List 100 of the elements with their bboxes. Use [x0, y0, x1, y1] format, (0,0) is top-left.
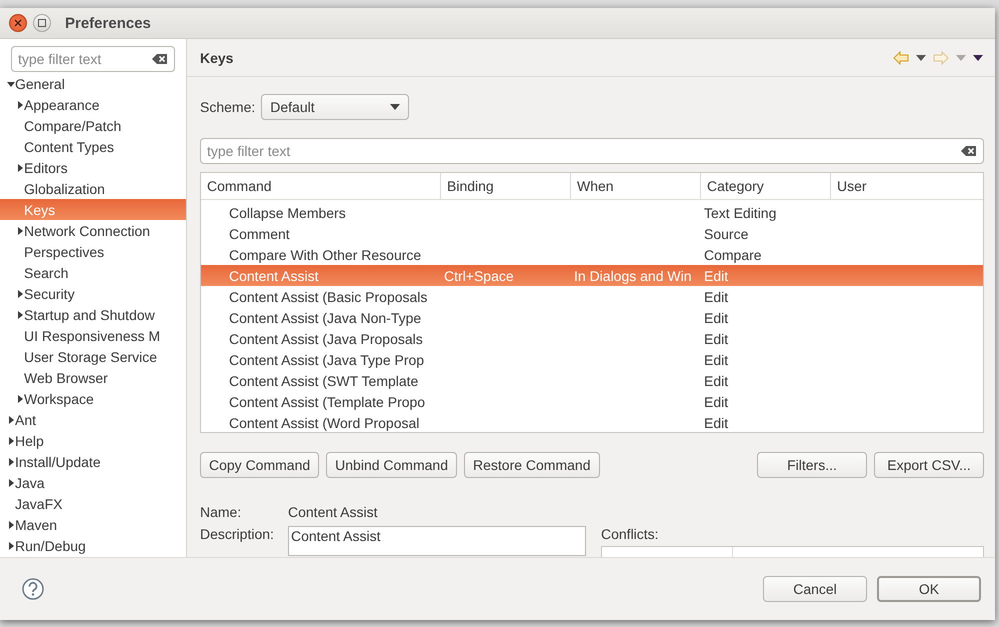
table-row[interactable]: Content Assist (Word Proposal Edit — [201, 412, 983, 432]
command-button[interactable]: Copy Command — [200, 452, 320, 478]
column-header[interactable]: Binding — [441, 173, 571, 199]
clear-icon[interactable] — [961, 145, 977, 157]
table-row[interactable]: Compare With Other Resource Compare — [201, 244, 983, 265]
table-cell-text: Edit — [703, 268, 730, 284]
table-cell-text: Edit — [703, 330, 730, 346]
collapsed-arrow-icon[interactable] — [16, 394, 24, 402]
collapsed-arrow-icon[interactable] — [6, 458, 14, 466]
dropdown-icon — [390, 104, 400, 110]
table-cell-text: In Dialogs and Win — [573, 268, 693, 284]
command-button[interactable]: Filters... — [757, 452, 867, 478]
tree-item[interactable]: Workspace — [0, 388, 186, 409]
table-cell-text: Content Assist (Java Non-Type — [228, 310, 422, 326]
scheme-dropdown[interactable]: Default — [261, 94, 410, 120]
table-cell-text: Content Assist (Java Type Prop — [228, 352, 426, 368]
tree-item[interactable]: Java — [0, 472, 186, 493]
collapsed-arrow-icon[interactable] — [6, 416, 14, 424]
dialog-button[interactable]: OK — [877, 576, 981, 602]
collapsed-arrow-icon[interactable] — [16, 290, 24, 298]
tree-item[interactable]: Globalization — [0, 178, 186, 199]
tree-item[interactable]: User Storage Service — [0, 346, 186, 367]
tree-item[interactable]: Maven — [0, 514, 186, 535]
table-row[interactable]: Content Assist (SWT Template Edit — [201, 370, 983, 391]
command-button[interactable]: Unbind Command — [326, 452, 457, 478]
dropdown-icon[interactable] — [916, 54, 926, 60]
tree-item[interactable]: Search — [0, 262, 186, 283]
collapsed-arrow-icon[interactable] — [16, 310, 24, 318]
table-row[interactable]: Content Assist (Java Non-Type Edit — [201, 307, 983, 328]
tree-item[interactable]: Install/Update — [0, 451, 186, 472]
tree-item[interactable]: Editors — [0, 157, 186, 178]
tree-item[interactable]: Web Browser — [0, 367, 186, 388]
table-cell-text: Collapse Members — [228, 204, 347, 220]
table-cell-text: Content Assist (Basic Proposals — [228, 288, 428, 304]
table-cell-text: Content Assist — [228, 268, 320, 284]
clear-icon[interactable] — [152, 53, 168, 65]
tree-item[interactable]: UI Responsiveness M — [0, 325, 186, 346]
view-menu-icon[interactable] — [973, 54, 983, 60]
table-cell-text: Edit — [703, 288, 730, 304]
page-title: Keys — [200, 50, 234, 66]
table-row[interactable]: Content Assist (Java Proposals Edit — [201, 328, 983, 349]
close-button[interactable] — [9, 14, 27, 32]
table-cell-text: Edit — [703, 372, 730, 388]
tree-item[interactable]: Help — [0, 430, 186, 451]
description-field[interactable]: Content Assist — [288, 526, 586, 556]
table-cell-text: Edit — [703, 310, 730, 326]
help-icon[interactable] — [22, 578, 44, 600]
tree-item[interactable]: General — [0, 73, 186, 94]
table-cell-text: Edit — [703, 352, 730, 368]
table-cell-text: Ctrl+Space — [443, 268, 515, 284]
table-cell-text: Compare With Other Resource — [228, 246, 422, 262]
filter-field[interactable]: type filter text — [200, 138, 984, 164]
dialog-button[interactable]: Cancel — [763, 576, 867, 602]
table-cell-text: Edit — [703, 414, 730, 430]
tree-item[interactable]: Security — [0, 283, 186, 304]
name-label: Name: — [200, 504, 242, 520]
tree-item[interactable]: Network Connection — [0, 220, 186, 241]
table-row[interactable]: Content Assist (Basic Proposals Edit — [201, 286, 983, 307]
table-cell-text: Compare — [703, 246, 763, 262]
table-row[interactable]: Comment Source — [201, 223, 983, 244]
command-button[interactable]: Restore Command — [464, 452, 600, 478]
table-row[interactable]: Collapse Members Text Editing — [201, 202, 983, 223]
maximize-button[interactable] — [33, 14, 51, 32]
table-row[interactable]: Content Assist (Java Type Prop Edit — [201, 349, 983, 370]
window-title: Preferences — [65, 14, 151, 32]
table-row[interactable]: Content Assist (Template Propo Edit — [201, 391, 983, 412]
tree-item[interactable]: Compare/Patch — [0, 115, 186, 136]
collapsed-arrow-icon[interactable] — [16, 164, 24, 172]
conflicts-label: Conflicts: — [601, 526, 660, 542]
collapsed-arrow-icon[interactable] — [6, 436, 14, 444]
column-header[interactable]: Category — [701, 173, 831, 199]
expanded-arrow-icon[interactable] — [6, 80, 14, 88]
collapsed-arrow-icon[interactable] — [6, 478, 14, 486]
tree-item[interactable]: Startup and Shutdow — [0, 304, 186, 325]
tree-item[interactable]: Content Types — [0, 136, 186, 157]
tree-item[interactable]: Ant — [0, 409, 186, 430]
table-cell-text: Content Assist (Word Proposal — [228, 414, 420, 430]
table-cell-text: Content Assist (Template Propo — [228, 394, 426, 410]
collapsed-arrow-icon[interactable] — [16, 100, 24, 108]
collapsed-arrow-icon[interactable] — [6, 520, 14, 528]
command-button[interactable]: Export CSV... — [874, 452, 984, 478]
table-cell-text: Text Editing — [703, 204, 778, 220]
description-label: Description: — [200, 526, 275, 542]
collapsed-arrow-icon[interactable] — [6, 542, 14, 550]
filter-field[interactable]: type filter text — [11, 46, 175, 72]
column-header[interactable]: Command — [201, 173, 441, 199]
column-header[interactable]: When — [571, 173, 701, 199]
scheme-label: Scheme: — [200, 99, 256, 115]
name-value: Content Assist — [288, 504, 378, 520]
column-header[interactable]: User — [831, 173, 983, 199]
table-cell-text: Content Assist (Java Proposals — [228, 330, 424, 346]
maximize-icon — [38, 19, 46, 27]
collapsed-arrow-icon[interactable] — [16, 226, 24, 234]
table-cell-text: Edit — [703, 394, 730, 410]
tree-item[interactable]: Run/Debug — [0, 535, 186, 556]
tree-item[interactable]: Appearance — [0, 94, 186, 115]
tree-item[interactable]: Perspectives — [0, 241, 186, 262]
table-cell-text: Content Assist (SWT Template — [228, 372, 420, 388]
table-cell-text: Source — [703, 226, 750, 242]
tree-item[interactable]: JavaFX — [0, 493, 186, 514]
